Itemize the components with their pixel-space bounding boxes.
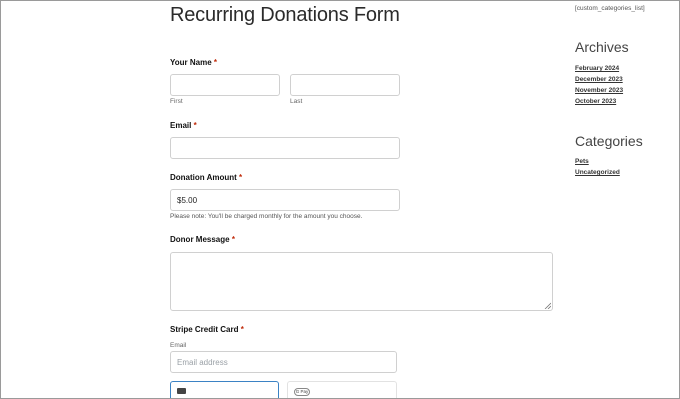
archive-link-february-2024[interactable]: February 2024 xyxy=(575,65,619,72)
last-name-sublabel: Last xyxy=(290,98,303,105)
amount-label: Donation Amount * xyxy=(170,173,242,182)
amount-label-text: Donation Amount xyxy=(170,173,237,182)
email-input[interactable] xyxy=(170,137,400,159)
amount-note: Please note: You'll be charged monthly f… xyxy=(170,213,363,220)
category-link-uncategorized[interactable]: Uncategorized xyxy=(575,169,620,176)
message-label: Donor Message * xyxy=(170,235,235,244)
stripe-card-label: Stripe Credit Card * xyxy=(170,325,244,334)
donor-message-textarea[interactable] xyxy=(170,252,553,311)
card-payment-tab[interactable] xyxy=(170,381,279,398)
stripe-card-required-marker: * xyxy=(240,325,244,334)
message-label-text: Donor Message xyxy=(170,235,230,244)
category-link-pets[interactable]: Pets xyxy=(575,158,589,165)
first-name-sublabel: First xyxy=(170,98,183,105)
donation-amount-input[interactable] xyxy=(170,189,400,211)
email-required-marker: * xyxy=(193,121,197,130)
sidebar-shortcode-text: [custom_categories_list] xyxy=(575,5,645,12)
stripe-email-sublabel: Email xyxy=(170,342,187,349)
email-label: Email * xyxy=(170,121,197,130)
page-title: Recurring Donations Form xyxy=(170,4,400,26)
email-label-text: Email xyxy=(170,121,192,130)
google-pay-icon: G Pay xyxy=(294,388,310,396)
last-name-input[interactable] xyxy=(290,74,400,96)
amount-required-marker: * xyxy=(239,173,243,182)
archive-link-november-2023[interactable]: November 2023 xyxy=(575,87,623,94)
name-label-text: Your Name xyxy=(170,58,212,67)
page-frame: Recurring Donations Form Your Name * Fir… xyxy=(0,0,680,399)
first-name-input[interactable] xyxy=(170,74,280,96)
archive-link-december-2023[interactable]: December 2023 xyxy=(575,76,623,83)
credit-card-icon xyxy=(177,388,186,394)
stripe-card-label-text: Stripe Credit Card xyxy=(170,325,239,334)
name-required-marker: * xyxy=(213,58,217,67)
google-pay-tab[interactable]: G Pay xyxy=(287,381,397,398)
resize-handle-icon[interactable] xyxy=(544,302,551,309)
message-required-marker: * xyxy=(231,235,235,244)
name-label: Your Name * xyxy=(170,58,217,67)
categories-heading: Categories xyxy=(575,133,643,149)
stripe-email-input[interactable] xyxy=(170,351,397,373)
archives-heading: Archives xyxy=(575,39,629,55)
archive-link-october-2023[interactable]: October 2023 xyxy=(575,98,616,105)
